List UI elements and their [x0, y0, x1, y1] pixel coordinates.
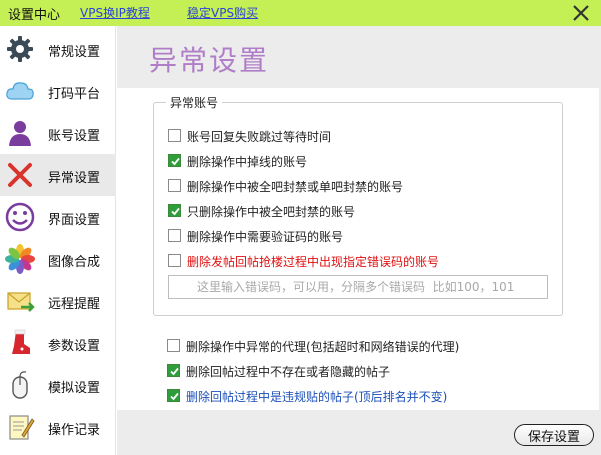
- sidebar-item-parameters[interactable]: 参数设置: [0, 322, 116, 364]
- cloud-icon: [6, 82, 34, 100]
- close-button[interactable]: [569, 1, 593, 25]
- notepad-icon: [9, 415, 35, 440]
- sidebar-item-label: 远程提醒: [48, 297, 101, 312]
- sidebar-item-label: 打码平台: [48, 87, 101, 102]
- smiley-icon: [5, 202, 35, 232]
- option-label: 账号回复失败跳过等待时间: [187, 130, 332, 144]
- page-header: 异常设置: [117, 26, 601, 88]
- group-legend: 异常账号: [166, 94, 223, 111]
- envelope-arrow-icon: [7, 292, 35, 312]
- checkbox-unchecked[interactable]: [168, 129, 181, 142]
- vps-ip-tutorial-link[interactable]: VPS换IP教程: [80, 4, 150, 21]
- option-label: 只删除操作中被全吧封禁的账号: [187, 205, 356, 219]
- mouse-icon: [12, 371, 28, 399]
- option-label: 删除回帖过程中是违规贴的帖子(顶后排名并不变): [186, 390, 448, 404]
- stable-vps-purchase-link[interactable]: 稳定VPS购买: [187, 4, 258, 21]
- sidebar-item-general[interactable]: 常规设置: [0, 28, 116, 70]
- error-code-input[interactable]: [168, 275, 548, 299]
- abnormal-accounts-group: 异常账号 账号回复失败跳过等待时间 删除操作中掉线的账号 删除操作中被全吧封禁或…: [153, 94, 563, 316]
- option-label: 删除操作中异常的代理(包括超时和网络错误的代理): [186, 340, 460, 354]
- close-icon: [573, 5, 589, 21]
- sidebar-item-exception[interactable]: 异常设置: [0, 154, 116, 196]
- sidebar-item-label: 操作记录: [48, 423, 101, 438]
- sidebar-item-label: 常规设置: [48, 45, 101, 60]
- checkbox-checked[interactable]: [167, 364, 180, 377]
- sidebar-item-label: 模拟设置: [48, 381, 101, 396]
- page-title: 异常设置: [149, 44, 270, 77]
- sidebar-item-label: 账号设置: [48, 129, 101, 144]
- sidebar-item-image-compose[interactable]: 图像合成: [0, 238, 116, 280]
- checkbox-unchecked[interactable]: [168, 254, 181, 267]
- sidebar-item-label: 参数设置: [48, 339, 101, 354]
- red-boot-icon: [12, 329, 30, 354]
- gear-icon: [7, 36, 33, 62]
- checkbox-unchecked[interactable]: [168, 229, 181, 242]
- settings-content: 异常账号 账号回复失败跳过等待时间 删除操作中掉线的账号 删除操作中被全吧封禁或…: [117, 88, 599, 410]
- option-label: 删除操作中掉线的账号: [187, 155, 308, 169]
- checkmark-icon: [170, 392, 179, 401]
- footer-bar: 保存设置: [117, 410, 601, 455]
- checkbox-unchecked[interactable]: [167, 339, 180, 352]
- checkbox-checked[interactable]: [168, 204, 181, 217]
- red-x-icon: [8, 163, 32, 187]
- sidebar-item-label: 异常设置: [48, 171, 101, 186]
- option-label: 删除发帖回帖抢楼过程中出现指定错误码的账号: [187, 255, 440, 269]
- checkmark-icon: [171, 207, 180, 216]
- app-title: 设置中心: [8, 8, 61, 23]
- checkbox-checked[interactable]: [167, 389, 180, 402]
- option-label: 删除回帖过程中不存在或者隐藏的帖子: [186, 365, 391, 379]
- photos-flower-icon: [5, 244, 35, 274]
- sidebar: 常规设置 打码平台 账号设置 异常设置 界面设置 图像合成 远程提醒 参数设置 …: [0, 26, 116, 455]
- checkmark-icon: [171, 157, 180, 166]
- title-bar: 设置中心 VPS换IP教程 稳定VPS购买: [0, 0, 601, 26]
- user-icon: [9, 121, 31, 146]
- sidebar-item-label: 图像合成: [48, 255, 101, 270]
- sidebar-item-simulation[interactable]: 模拟设置: [0, 364, 116, 406]
- save-settings-button[interactable]: 保存设置: [514, 424, 594, 446]
- checkmark-icon: [170, 367, 179, 376]
- checkbox-unchecked[interactable]: [168, 179, 181, 192]
- sidebar-item-account[interactable]: 账号设置: [0, 112, 116, 154]
- sidebar-item-remote-alert[interactable]: 远程提醒: [0, 280, 116, 322]
- checkbox-checked[interactable]: [168, 154, 181, 167]
- main-panel: 异常设置 异常账号 账号回复失败跳过等待时间 删除操作中掉线的账号 删除操作中被…: [117, 26, 601, 455]
- sidebar-item-label: 界面设置: [48, 213, 101, 228]
- option-label: 删除操作中需要验证码的账号: [187, 230, 344, 244]
- option-label: 删除操作中被全吧封禁或单吧封禁的账号: [187, 180, 404, 194]
- sidebar-item-interface[interactable]: 界面设置: [0, 196, 116, 238]
- sidebar-item-operation-log[interactable]: 操作记录: [0, 406, 116, 448]
- sidebar-item-captcha-platform[interactable]: 打码平台: [0, 70, 116, 112]
